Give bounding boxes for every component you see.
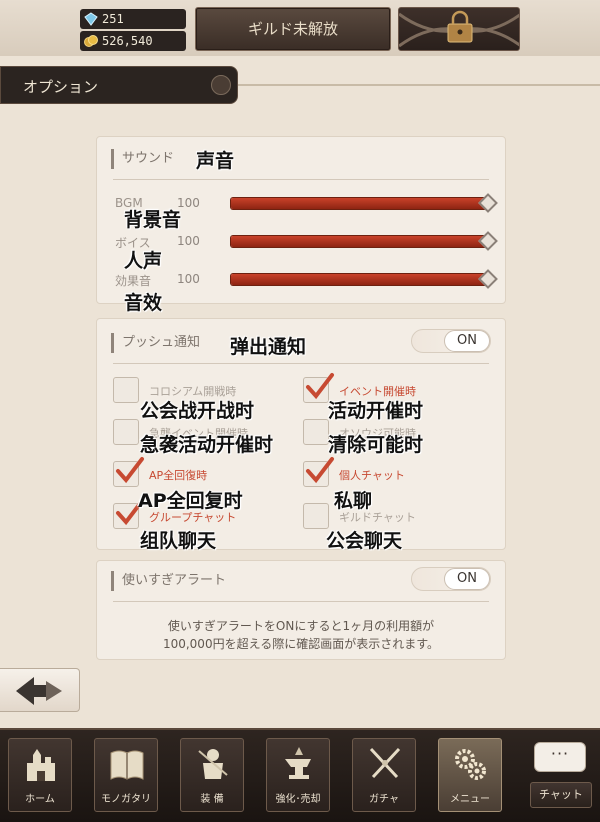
event-note: 活动开催时 — [328, 400, 424, 422]
push-heading: プッシュ通知 — [111, 333, 200, 353]
nav-gacha[interactable]: ガチャ — [352, 738, 416, 812]
nav-enhance[interactable]: 強化･売却 — [266, 738, 330, 812]
gold-coin-icon — [84, 35, 98, 47]
page-title: オプション — [23, 78, 99, 96]
voice-value: 100 — [177, 234, 200, 248]
private-chat-label: 個人チャット — [339, 469, 405, 482]
alert-toggle-label: ON — [444, 568, 490, 590]
push-toggle-label: ON — [444, 330, 490, 352]
castle-icon — [27, 749, 55, 781]
push-toggle[interactable]: ON — [411, 329, 491, 353]
gold-counter: 526,540 — [80, 31, 186, 51]
spending-alert-panel: 使いすぎアラート ON 使いすぎアラートをONにすると1ヶ月の利用額が 100,… — [96, 560, 506, 660]
chat-bubble-icon: ··· — [534, 742, 586, 772]
nav-home[interactable]: ホーム — [8, 738, 72, 812]
alert-note-line1: 使いすぎアラートをONにすると1ヶ月の利用額が — [167, 619, 435, 633]
book-icon — [110, 750, 144, 780]
voice-slider[interactable] — [231, 231, 498, 251]
sfx-slider-handle[interactable] — [478, 269, 498, 289]
bgm-note: 背景音 — [124, 209, 182, 231]
voice-note: 人声 — [124, 250, 163, 272]
group-chat-note: 组队聊天 — [140, 530, 217, 552]
cleanup-checkbox[interactable] — [303, 419, 329, 445]
bgm-slider-handle[interactable] — [478, 193, 498, 213]
options-header: オプション — [0, 66, 238, 104]
header-ornament-icon — [211, 75, 231, 95]
sound-heading-note: 声音 — [196, 150, 235, 172]
nav-equipment[interactable]: 装 備 — [180, 738, 244, 812]
nav-home-label: ホーム — [25, 794, 55, 805]
colosseum-checkbox[interactable] — [113, 377, 139, 403]
ap-recover-label: AP全回復時 — [149, 469, 208, 482]
guild-lock-button[interactable] — [398, 7, 520, 51]
chained-lock-icon — [399, 10, 519, 48]
nav-equipment-label: 装 備 — [200, 794, 224, 805]
guild-chat-note: 公会聊天 — [326, 530, 403, 552]
nav-menu-label: メニュー — [450, 794, 490, 805]
check-icon — [306, 457, 334, 484]
raid-event-checkbox[interactable] — [113, 419, 139, 445]
alert-divider — [113, 601, 489, 602]
voice-slider-handle[interactable] — [478, 231, 498, 251]
bottom-nav: ホーム モノガタリ 装 備 強化･売却 ガチャ メニュー ··· チャット — [0, 728, 600, 822]
gem-icon — [84, 12, 98, 26]
push-divider — [113, 363, 489, 364]
ap-recover-note: AP全回复时 — [138, 490, 243, 512]
sound-divider — [113, 179, 489, 180]
nav-menu[interactable]: メニュー — [438, 738, 502, 812]
private-chat-note: 私聊 — [334, 490, 373, 512]
crossed-swords-icon — [369, 747, 401, 779]
gem-counter: 251 — [80, 9, 186, 29]
nav-gacha-label: ガチャ — [369, 794, 399, 805]
nav-enhance-label: 強化･売却 — [275, 794, 321, 805]
event-checkbox[interactable] — [303, 373, 334, 403]
gem-count: 251 — [102, 12, 124, 26]
armor-icon — [198, 749, 228, 779]
chat-button[interactable]: ··· チャット — [530, 740, 592, 812]
push-heading-note: 弹出通知 — [230, 336, 307, 358]
anvil-icon — [285, 747, 311, 779]
back-button[interactable] — [0, 668, 80, 712]
cleanup-note: 清除可能时 — [328, 434, 424, 456]
alert-heading: 使いすぎアラート — [111, 571, 226, 591]
alert-toggle[interactable]: ON — [411, 567, 491, 591]
sound-heading: サウンド — [111, 149, 174, 169]
nav-story[interactable]: モノガタリ — [94, 738, 158, 812]
alert-note-line2: 100,000円を超える際に確認画面が表示されます。 — [162, 637, 440, 651]
private-chat-checkbox[interactable] — [303, 457, 334, 487]
header-divider — [238, 84, 600, 86]
bgm-slider[interactable] — [231, 193, 498, 213]
check-icon — [116, 457, 144, 484]
top-bar: 251 526,540 ギルド未解放 — [0, 0, 600, 56]
sfx-value: 100 — [177, 272, 200, 286]
guild-button[interactable]: ギルド未解放 — [195, 7, 391, 51]
sfx-slider[interactable] — [231, 269, 498, 289]
gold-count: 526,540 — [102, 34, 153, 48]
ap-recover-checkbox[interactable] — [113, 457, 144, 487]
sfx-note: 音效 — [124, 292, 163, 314]
nav-story-label: モノガタリ — [101, 794, 151, 805]
group-chat-checkbox[interactable] — [113, 499, 144, 529]
raid-event-note: 急袭活动开催时 — [140, 434, 274, 456]
colosseum-note: 公会战开战时 — [140, 400, 255, 422]
back-arrow-icon — [16, 677, 62, 705]
gears-icon — [455, 749, 486, 780]
sfx-label: 効果音 — [115, 274, 152, 288]
chat-label: チャット — [530, 782, 592, 808]
